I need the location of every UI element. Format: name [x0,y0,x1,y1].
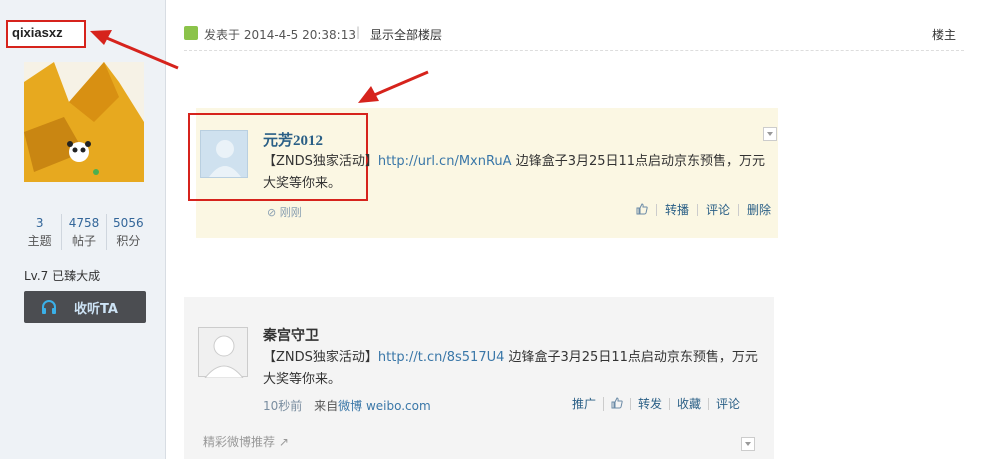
author-sidebar: qixiasxz 3 主题 4758 帖子 5056 积分 Lv.7 已臻大成 [0,0,166,459]
source-link[interactable]: 微博 weibo.com [338,399,431,413]
repost-button[interactable]: 转播 [656,204,697,216]
author-username[interactable]: qixiasxz [12,25,63,40]
dropdown-arrow-icon[interactable] [741,437,755,451]
weibo-link[interactable]: http://url.cn/MxnRuA [378,154,512,169]
weibo-avatar-placeholder[interactable] [198,327,248,379]
weibo-text-prefix: 【ZNDS独家活动】 [263,154,378,169]
post-timestamp: 发表于 2014-4-5 20:38:13 [204,28,356,42]
delete-button[interactable]: 删除 [738,204,779,216]
comment-button[interactable]: 评论 [708,398,747,410]
source-prefix: 来自 [314,399,339,413]
like-icon[interactable] [603,397,630,411]
weibo-actions: 推广 转发 收藏 评论 [565,397,747,411]
favorite-button[interactable]: 收藏 [669,398,708,410]
floor-label[interactable]: 楼主 [932,26,956,43]
online-status-icon [184,26,198,40]
follow-button-label: 收听TA [74,301,118,317]
stat-value: 5056 [113,216,144,230]
dropdown-arrow-icon[interactable] [763,127,777,141]
recommend-text: 精彩微博推荐 [203,435,276,449]
weibo-text: 【ZNDS独家活动】http://t.cn/8s517U4 边锋盒子3月25日1… [263,347,768,391]
promote-button[interactable]: 推广 [565,398,603,410]
weibo-author-name[interactable]: 秦宫守卫 [263,325,319,345]
stat-label: 主题 [27,234,52,248]
post-title [184,0,964,10]
divider [184,50,964,51]
share-icon: ↗ [278,435,289,449]
stat-value: 4758 [68,216,100,230]
weibo-meta: 10秒前 来自微博 weibo.com [263,397,431,414]
stat-value: 3 [35,216,44,230]
show-all-floors-link[interactable]: 显示全部楼层 [370,26,442,43]
recommended-weibo-label[interactable]: 精彩微博推荐 ↗ [203,433,289,450]
weibo-link[interactable]: http://t.cn/8s517U4 [378,350,504,365]
author-stats: 3 主题 4758 帖子 5056 积分 [18,214,150,250]
user-level: Lv.7 已臻大成 [24,269,101,283]
avatar[interactable] [24,62,144,182]
post-header: 发表于 2014-4-5 20:38:13 | 显示全部楼层 楼主 [184,22,964,46]
stat-label: 帖子 [71,234,96,248]
weibo-time: ⊘ 刚刚 [267,204,302,220]
weibo-author-name[interactable]: 元芳2012 [263,129,323,150]
weibo-time-text: 刚刚 [279,206,302,219]
stat-threads[interactable]: 3 主题 [18,214,61,250]
headphones-icon [42,300,56,314]
stat-label: 积分 [116,234,141,248]
separator: | [356,25,361,39]
weibo-time-text: 10秒前 [263,399,303,413]
follow-button[interactable]: 收听TA [24,291,146,323]
forward-button[interactable]: 转发 [630,398,669,410]
weibo-text: 【ZNDS独家活动】http://url.cn/MxnRuA 边锋盒子3月25日… [263,151,773,195]
like-icon[interactable] [628,203,656,217]
comment-button[interactable]: 评论 [697,204,738,216]
weibo-text-prefix: 【ZNDS独家活动】 [263,350,378,365]
stat-posts[interactable]: 4758 帖子 [61,214,105,250]
arrow-to-weibo-author [358,70,429,103]
stat-points[interactable]: 5056 积分 [105,214,150,250]
clock-icon: ⊘ [267,206,280,219]
weibo-actions: 转播 评论 删除 [628,203,779,217]
